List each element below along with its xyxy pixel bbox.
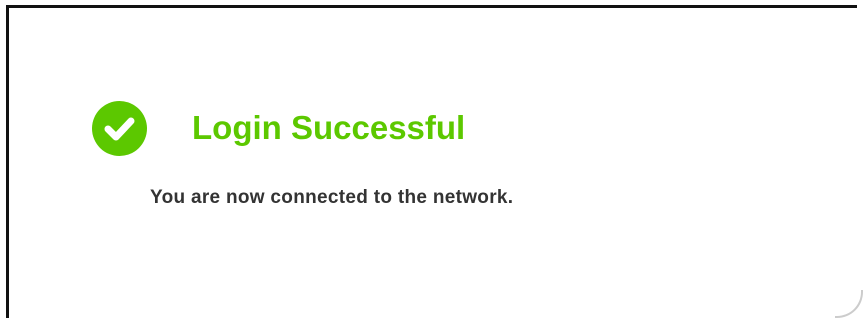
login-status-panel: Login Successful You are now connected t…: [0, 0, 863, 318]
panel-border-top: [6, 5, 857, 8]
check-circle-icon: [92, 101, 147, 156]
status-title: Login Successful: [192, 109, 466, 146]
panel-corner: [835, 290, 863, 318]
panel-border-left: [6, 5, 9, 318]
status-message: You are now connected to the network.: [150, 187, 514, 208]
